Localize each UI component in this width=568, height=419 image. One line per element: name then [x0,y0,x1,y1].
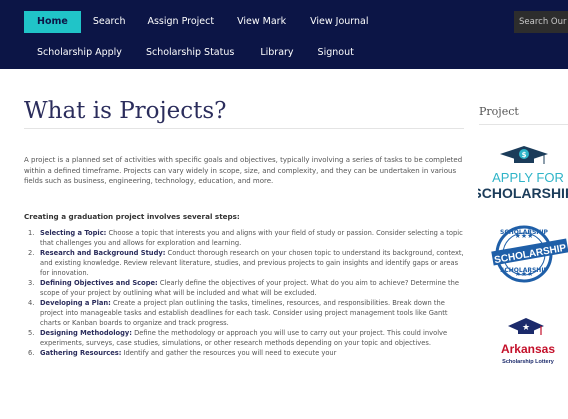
nav-scholarship-apply[interactable]: Scholarship Apply [30,42,129,64]
logo-text-scholarships: SCHOLARSHIPS [478,185,568,201]
list-item: 5. Designing Methodology: Define the meth… [24,328,464,348]
list-item: 1. Selecting a Topic: Choose a topic that… [24,228,464,248]
nav-scholarship-status[interactable]: Scholarship Status [139,42,241,64]
graduation-cap-icon: $ [500,146,548,164]
list-item: 2. Research and Background Study: Conduct… [24,248,464,278]
step-number: 5. [28,329,35,337]
step-number: 3. [28,279,35,287]
step-number: 4. [28,299,35,307]
sidebar-title: Project [479,105,519,118]
step-title: Developing a Plan: [40,299,111,307]
badge-text-top: SCHOLARSHIP [500,229,549,236]
step-title: Gathering Resources: [40,349,122,357]
step-number: 1. [28,229,35,237]
nav-view-mark[interactable]: View Mark [230,11,293,33]
list-item: 4. Developing a Plan: Create a project pl… [24,298,464,328]
logo-text-lottery: Scholarship Lottery [502,359,555,365]
graduation-cap-star-icon: ★ [508,318,544,335]
nav-assign-project[interactable]: Assign Project [140,11,221,33]
steps-heading: Creating a graduation project involves s… [24,212,240,221]
nav-search[interactable]: Search [86,11,133,33]
nav-row-primary: Home Search Assign Project View Mark Vie… [0,11,376,33]
page-title: What is Projects? [24,98,227,124]
nav-library[interactable]: Library [253,42,300,64]
top-navbar: Home Search Assign Project View Mark Vie… [0,0,568,69]
logo-text-apply: APPLY FOR [492,170,564,185]
arkansas-lottery-logo[interactable]: ★ Arkansas Scholarship Lottery [478,310,568,370]
step-title: Designing Methodology: [40,329,132,337]
intro-paragraph: A project is a planned set of activities… [24,156,463,185]
steps-list: 1. Selecting a Topic: Choose a topic that… [24,228,464,358]
step-number: 2. [28,249,35,257]
step-title: Defining Objectives and Scope: [40,279,158,287]
scholarship-badge-logo[interactable]: ★★★ ★★★ SCHOLARSHIP SCHOLARSHIP SCHOLARS… [478,218,568,290]
svg-text:★: ★ [522,323,530,333]
logo-text-arkansas: Arkansas [501,342,555,356]
step-title: Selecting a Topic: [40,229,107,237]
list-item: 6. Gathering Resources: Identify and gath… [24,348,464,358]
sidebar-divider [479,124,568,125]
badge-text-bottom: SCHOLARSHIP [500,267,549,274]
step-text: Identify and gather the resources you wi… [123,349,337,357]
svg-text:$: $ [522,151,527,159]
nav-home[interactable]: Home [24,11,81,33]
nav-row-secondary: Scholarship Apply Scholarship Status Lib… [0,42,361,64]
apply-scholarships-logo[interactable]: $ APPLY FOR SCHOLARSHIPS [478,140,568,206]
search-input[interactable]: Search Our [514,11,568,33]
step-number: 6. [28,349,35,357]
nav-signout[interactable]: Signout [311,42,361,64]
title-divider [24,128,464,129]
step-title: Research and Background Study: [40,249,166,257]
nav-view-journal[interactable]: View Journal [303,11,375,33]
list-item: 3. Defining Objectives and Scope: Clearly… [24,278,464,298]
